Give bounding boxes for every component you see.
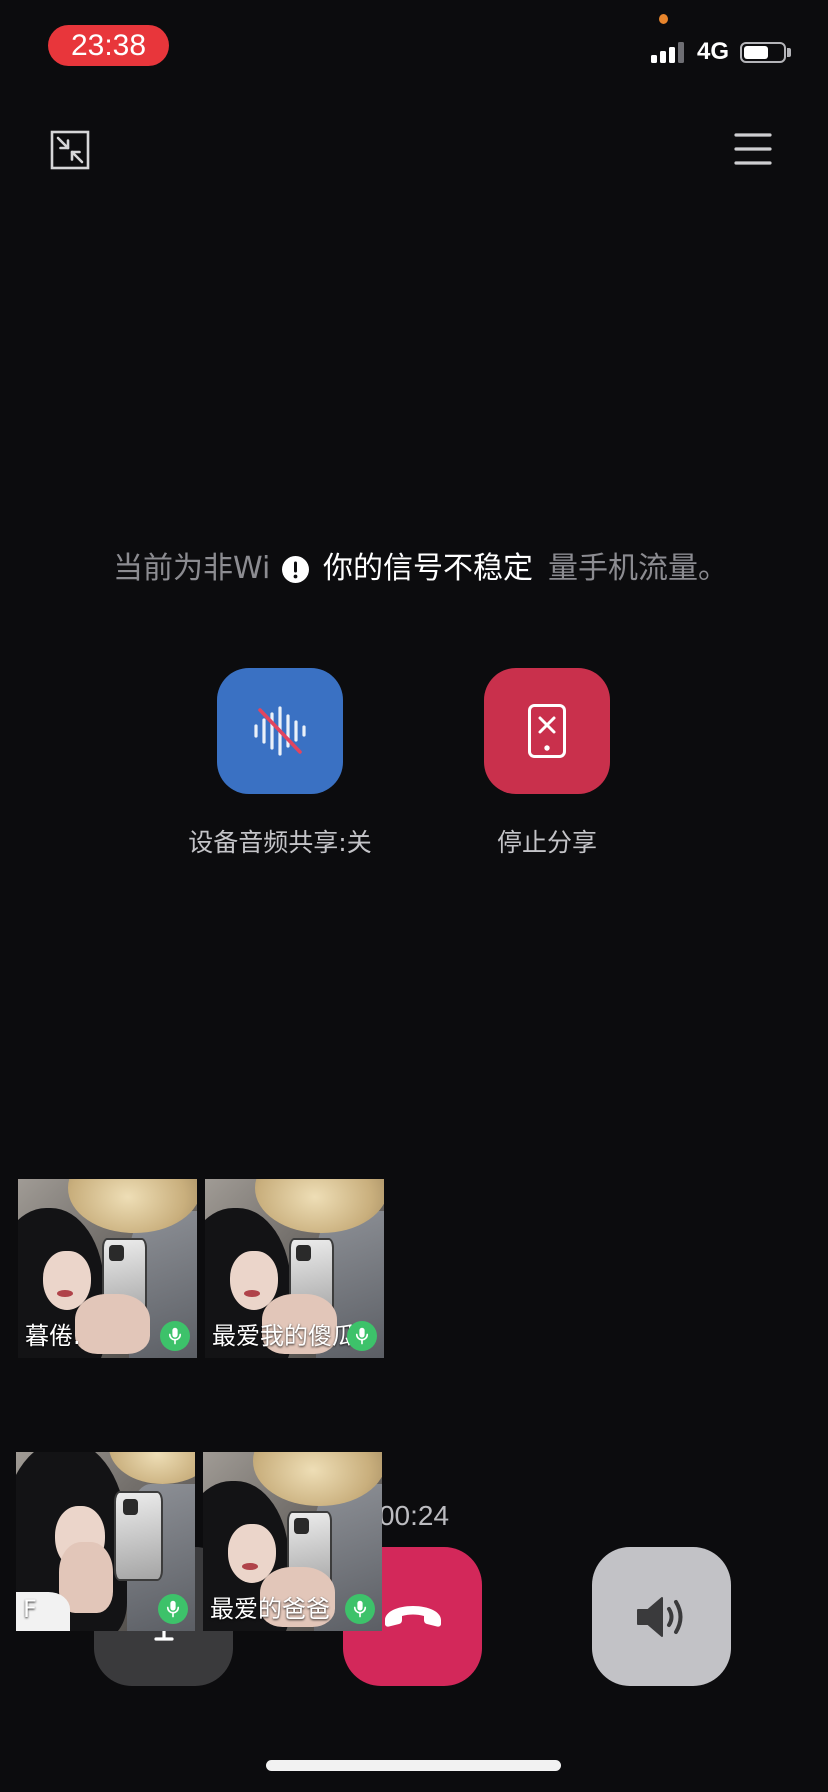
stop-share-label: 停止分享 bbox=[496, 828, 597, 857]
status-time: 23:38 bbox=[70, 28, 147, 62]
network-notice-text: 量手机流量。 bbox=[548, 551, 728, 586]
exclamation-icon bbox=[282, 555, 309, 583]
photo-phonecam bbox=[123, 1498, 138, 1515]
photo-blonde bbox=[109, 1452, 195, 1485]
participant-tile[interactable]: 最爱的爸爸 bbox=[203, 1452, 382, 1631]
voice-call-screen: 23:38 4G 当前为非Wi 量手机流量。 你的信号不稳定 设备音频共享:关 … bbox=[0, 0, 828, 1792]
audio-share-label: 设备音频共享:关 bbox=[188, 828, 372, 857]
speaker-button[interactable] bbox=[592, 1547, 731, 1686]
photo-hand bbox=[75, 1293, 151, 1355]
mic-icon bbox=[166, 1600, 180, 1618]
menu-icon bbox=[734, 133, 772, 165]
status-time-pill: 23:38 bbox=[48, 25, 169, 66]
menu-button[interactable] bbox=[734, 132, 772, 166]
signal-bar bbox=[669, 47, 675, 63]
mic-on-badge bbox=[160, 1321, 190, 1351]
battery-cap bbox=[787, 48, 791, 57]
minimize-button[interactable] bbox=[50, 130, 90, 170]
network-notice-text: 当前为非Wi bbox=[113, 551, 271, 586]
battery-fill bbox=[744, 46, 768, 59]
hang-up-icon bbox=[384, 1605, 441, 1627]
home-indicator[interactable] bbox=[266, 1760, 561, 1771]
stop-share-button[interactable] bbox=[484, 668, 610, 794]
stop-share-phone-icon bbox=[528, 704, 566, 758]
mic-on-badge bbox=[158, 1594, 188, 1624]
toast-text: 你的信号不稳定 bbox=[323, 551, 533, 586]
mic-on-badge bbox=[345, 1594, 375, 1624]
signal-bar bbox=[678, 42, 684, 63]
participant-tile[interactable]: 最爱我的傻瓜 bbox=[205, 1179, 384, 1358]
audio-share-off-icon bbox=[254, 706, 306, 756]
cellular-signal-icon bbox=[651, 42, 684, 63]
participant-name: F bbox=[23, 1595, 37, 1623]
speaker-icon bbox=[636, 1596, 682, 1637]
photo-phonecam bbox=[294, 1518, 309, 1535]
battery-icon bbox=[740, 42, 786, 63]
mic-on-badge bbox=[347, 1321, 377, 1351]
audio-share-toggle-button[interactable] bbox=[217, 668, 343, 794]
signal-bar bbox=[660, 51, 666, 63]
participant-name: 最爱的爸爸 bbox=[210, 1595, 330, 1623]
signal-unstable-toast: 你的信号不稳定 bbox=[282, 550, 533, 588]
participant-name: 最爱我的傻瓜 bbox=[212, 1322, 356, 1350]
photo-phonecam bbox=[296, 1245, 311, 1262]
mic-icon bbox=[168, 1327, 182, 1345]
minimize-icon bbox=[50, 130, 90, 170]
participant-tile[interactable]: F bbox=[16, 1452, 195, 1631]
photo-phone bbox=[114, 1491, 163, 1581]
mic-icon bbox=[353, 1600, 367, 1618]
mic-icon bbox=[355, 1327, 369, 1345]
participant-name: 暮倦. bbox=[25, 1322, 81, 1350]
network-type: 4G bbox=[697, 38, 730, 65]
signal-bar bbox=[651, 55, 657, 63]
photo-phonecam bbox=[109, 1245, 124, 1262]
participant-tile[interactable]: 暮倦. bbox=[18, 1179, 197, 1358]
mic-in-use-indicator bbox=[659, 14, 668, 24]
